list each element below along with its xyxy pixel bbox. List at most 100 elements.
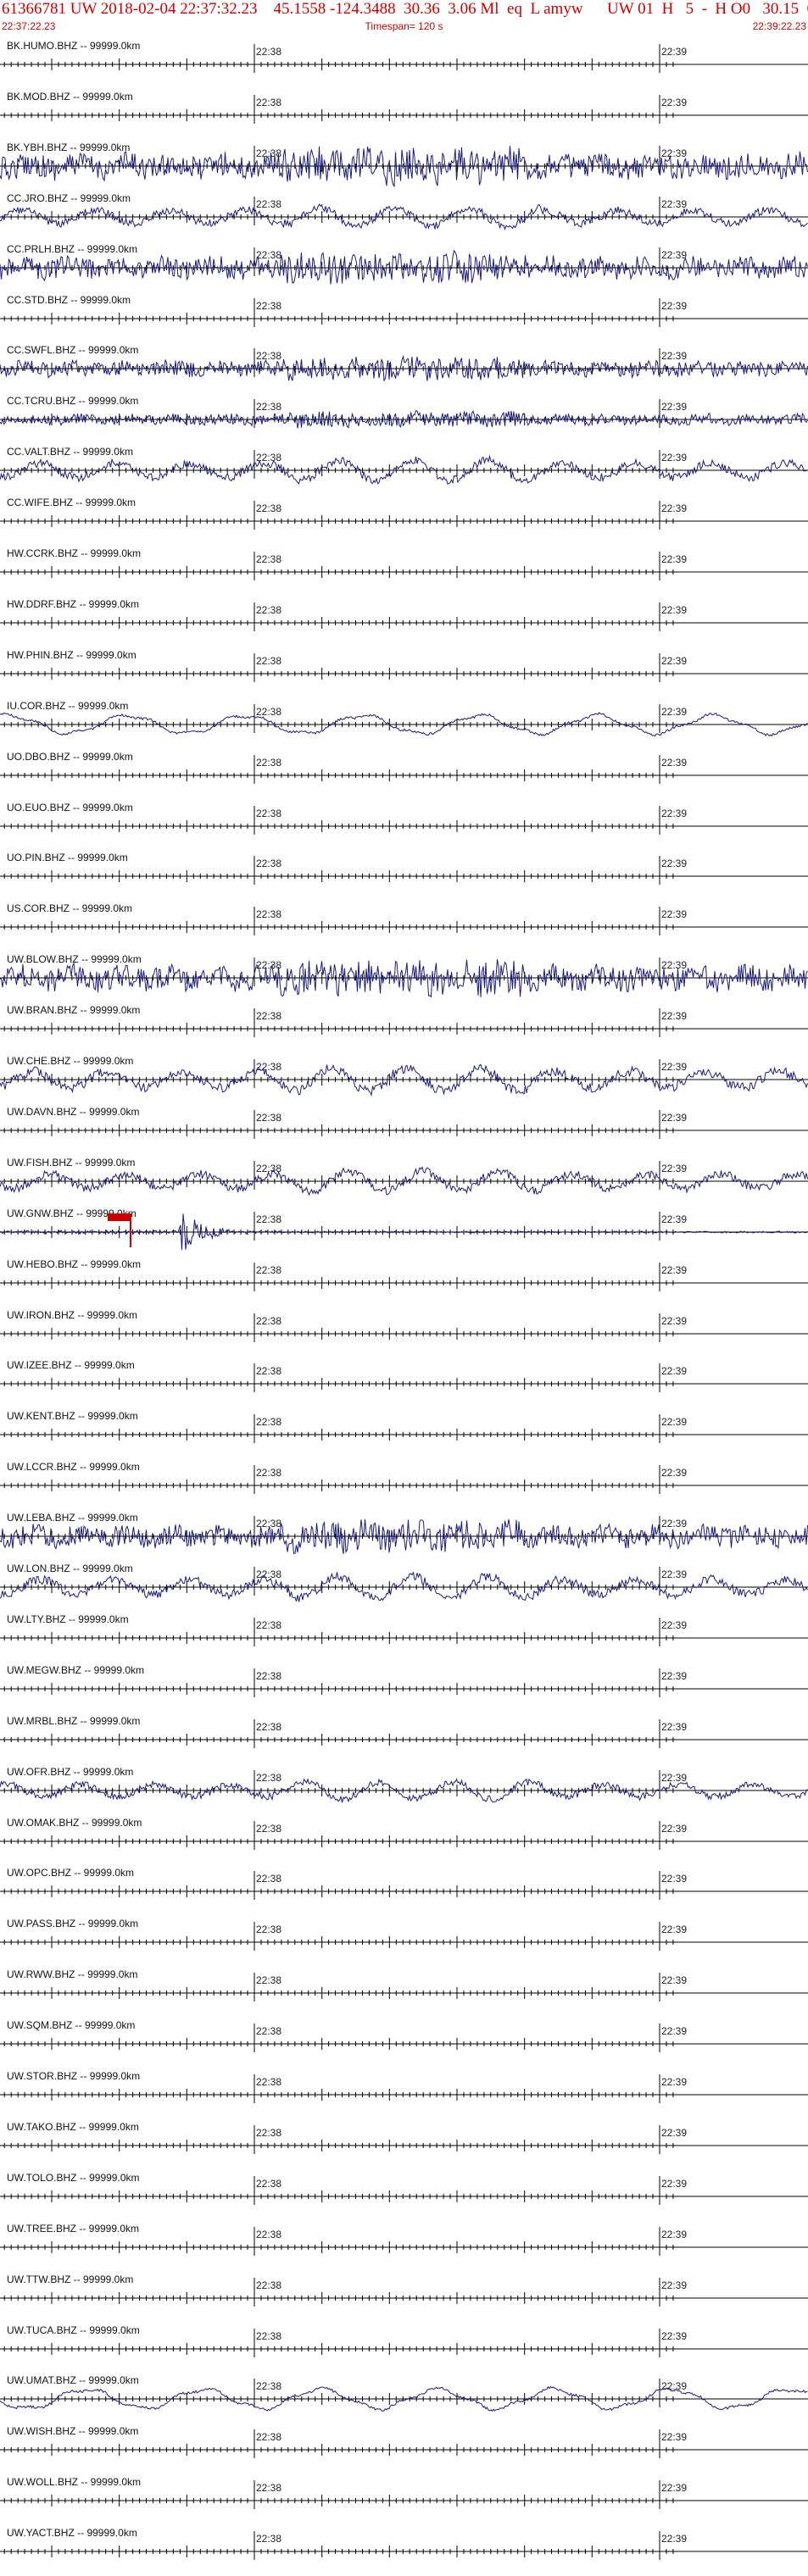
minute-label: 22:39 (661, 97, 687, 108)
trace-panel: 22:38 22:39 UW.LON.BHZ -- 99999.0km (0, 1563, 808, 1602)
trace-panel: 22:38 22:39 HW.CCRK.BHZ -- 99999.0km (0, 547, 808, 580)
trace-panel: 22:38 22:39 UW.WISH.BHZ -- 99999.0km (0, 2425, 808, 2458)
minute-label: 22:38 (256, 1061, 281, 1073)
minute-label: 22:38 (256, 502, 281, 514)
minute-label: 22:39 (661, 959, 687, 971)
minute-label: 22:39 (661, 1670, 687, 1682)
minute-label: 22:38 (256, 553, 281, 565)
minute-label: 22:39 (661, 350, 687, 362)
minute-label: 22:39 (661, 1416, 687, 1428)
minute-label: 22:38 (256, 2380, 281, 2392)
trace-panel: 22:38 22:39 UW.STOR.BHZ -- 99999.0km (0, 2070, 808, 2103)
minute-label: 22:38 (256, 1670, 281, 1682)
station-label: UO.DBO.BHZ -- 99999.0km (7, 751, 133, 763)
station-label: UO.PIN.BHZ -- 99999.0km (7, 852, 128, 863)
minute-label: 22:39 (661, 249, 687, 261)
trace-panel: 22:38 22:39 IU.COR.BHZ -- 99999.0km (0, 700, 808, 737)
trace-panel: 22:38 22:39 UW.SQM.BHZ -- 99999.0km (0, 2019, 808, 2052)
minute-label: 22:38 (256, 2076, 281, 2088)
minute-label: 22:38 (256, 655, 281, 667)
station-label: CC.WIFE.BHZ -- 99999.0km (7, 497, 136, 508)
trace-panel: 22:38 22:39 UW.TOLO.BHZ -- 99999.0km (0, 2172, 808, 2205)
trace-panel: 22:38 22:39 CC.JRO.BHZ -- 99999.0km (0, 192, 808, 230)
station-label: UW.OFR.BHZ -- 99999.0km (7, 1766, 133, 1778)
minute-label: 22:39 (661, 1518, 687, 1530)
minute-label: 22:39 (661, 553, 687, 565)
trace-panel: 22:38 22:39 US.COR.BHZ -- 99999.0km (0, 902, 808, 935)
trace-panel: 22:38 22:39UW.LEBA.BHZ -- 99999.0km (0, 1512, 808, 1554)
trace-panel: 22:38 22:39 BK.HUMO.BHZ -- 99999.0km (0, 40, 808, 73)
minute-label: 22:38 (256, 2279, 281, 2291)
minute-label: 22:38 (256, 1924, 281, 1935)
minute-label: 22:39 (661, 2127, 687, 2139)
station-label: UW.IZEE.BHZ -- 99999.0km (7, 1359, 135, 1371)
station-label: UW.STOR.BHZ -- 99999.0km (7, 2070, 140, 2082)
station-label: UW.DAVN.BHZ -- 99999.0km (7, 1106, 139, 1118)
minute-label: 22:38 (256, 2127, 281, 2139)
minute-label: 22:38 (256, 1467, 281, 1479)
station-label: UW.CHE.BHZ -- 99999.0km (7, 1055, 133, 1067)
trace-panel: 22:38 22:39 CC.STD.BHZ -- 99999.0km (0, 294, 808, 327)
trace-panel: 22:38 22:39UW.GNW.BHZ -- 99999.0km (0, 1208, 808, 1251)
minute-label: 22:39 (661, 1772, 687, 1784)
minute-label: 22:38 (256, 2533, 281, 2545)
minute-label: 22:38 (256, 604, 281, 616)
station-label: BK.MOD.BHZ -- 99999.0km (7, 91, 133, 103)
station-label: UW.LON.BHZ -- 99999.0km (7, 1563, 133, 1574)
minute-label: 22:39 (661, 2025, 687, 2037)
minute-label: 22:38 (256, 249, 281, 261)
minute-label: 22:38 (256, 808, 281, 819)
minute-label: 22:38 (256, 2178, 281, 2190)
minute-label: 22:39 (661, 2076, 687, 2088)
minute-label: 22:38 (256, 97, 281, 108)
trace-panel: 22:38 22:39 UO.PIN.BHZ -- 99999.0km (0, 852, 808, 885)
station-label: CC.PRLH.BHZ -- 99999.0km (7, 243, 137, 255)
minute-label: 22:39 (661, 1315, 687, 1327)
trace-panel: 22:38 22:39 CC.WIFE.BHZ -- 99999.0km (0, 497, 808, 530)
minute-label: 22:39 (661, 2431, 687, 2443)
station-label: UW.WISH.BHZ -- 99999.0km (7, 2425, 138, 2437)
station-label: CC.TCRU.BHZ -- 99999.0km (7, 395, 138, 407)
minute-label: 22:39 (661, 1924, 687, 1935)
station-label: UW.PASS.BHZ -- 99999.0km (7, 1918, 138, 1929)
station-label: CC.STD.BHZ -- 99999.0km (7, 294, 131, 306)
minute-label: 22:38 (256, 1213, 281, 1225)
trace-panel: 22:38 22:39 UW.RWW.BHZ -- 99999.0km (0, 1968, 808, 2001)
minute-label: 22:39 (661, 1365, 687, 1377)
station-label: CC.VALT.BHZ -- 99999.0km (7, 446, 133, 458)
minute-label: 22:38 (256, 2482, 281, 2494)
minute-label: 22:38 (256, 300, 281, 312)
station-label: IU.COR.BHZ -- 99999.0km (7, 700, 128, 712)
minute-label: 22:39 (661, 808, 687, 819)
minute-label: 22:38 (256, 1365, 281, 1377)
trace-panel: 22:38 22:39 UW.KENT.BHZ -- 99999.0km (0, 1410, 808, 1443)
minute-label: 22:38 (256, 1416, 281, 1428)
minute-label: 22:38 (256, 1823, 281, 1835)
minute-label: 22:39 (661, 757, 687, 769)
station-label: UW.SQM.BHZ -- 99999.0km (7, 2019, 135, 2031)
minute-label: 22:39 (661, 1873, 687, 1885)
trace-panel: 22:38 22:39 CC.TCRU.BHZ -- 99999.0km (0, 395, 808, 429)
minute-label: 22:39 (661, 2178, 687, 2190)
trace-panel: 22:38 22:39 CC.SWFL.BHZ -- 99999.0km (0, 344, 808, 382)
station-label: UW.YACT.BHZ -- 99999.0km (7, 2527, 137, 2539)
trace-panel: 22:38 22:39 UO.EUO.BHZ -- 99999.0km (0, 802, 808, 835)
minute-label: 22:39 (661, 1568, 687, 1580)
minute-label: 22:39 (661, 1823, 687, 1835)
trace-panel: 22:38 22:39 UW.TAKO.BHZ -- 99999.0km (0, 2121, 808, 2154)
trace-panel: 22:38 22:39 UW.IZEE.BHZ -- 99999.0km (0, 1359, 808, 1392)
trace-panel: 22:38 22:39 UW.LCCR.BHZ -- 99999.0km (0, 1461, 808, 1494)
minute-label: 22:39 (661, 1112, 687, 1124)
trace-panel: 22:38 22:39 HW.PHIN.BHZ -- 99999.0km (0, 649, 808, 682)
minute-label: 22:38 (256, 1264, 281, 1276)
minute-label: 22:38 (256, 2431, 281, 2443)
minute-label: 22:39 (661, 1619, 687, 1631)
trace-panel: 22:38 22:39 UW.DAVN.BHZ -- 99999.0km (0, 1106, 808, 1139)
minute-label: 22:38 (256, 1010, 281, 1022)
minute-label: 22:39 (661, 1010, 687, 1022)
trace-panel: 22:38 22:39UW.UMAT.BHZ -- 99999.0km (0, 2374, 808, 2412)
minute-label: 22:38 (256, 2229, 281, 2240)
minute-label: 22:39 (661, 502, 687, 514)
station-label: UW.WOLL.BHZ -- 99999.0km (7, 2476, 141, 2488)
trace-panel: 22:38 22:39 UW.BRAN.BHZ -- 99999.0km (0, 1004, 808, 1037)
